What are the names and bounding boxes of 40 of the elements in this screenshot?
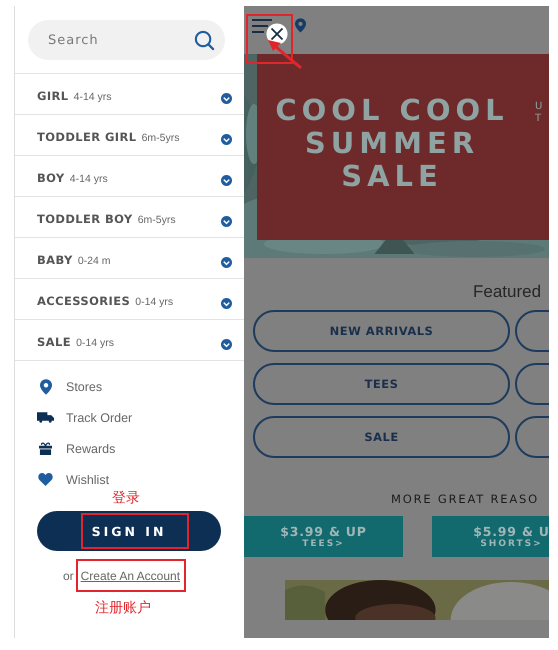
menu-link[interactable]: Track Order bbox=[66, 410, 132, 424]
featured-button[interactable]: SALE bbox=[253, 416, 510, 458]
menu-icon[interactable] bbox=[252, 19, 272, 33]
banner-text: U bbox=[535, 101, 544, 113]
menu-link[interactable]: Stores bbox=[66, 380, 102, 394]
close-icon[interactable] bbox=[266, 23, 288, 45]
pin-icon[interactable] bbox=[40, 378, 52, 394]
search-icon[interactable] bbox=[194, 30, 215, 51]
promo-tile[interactable]: $5.99 & U SHORTS> bbox=[432, 516, 549, 557]
banner-title: SUMMER bbox=[304, 127, 480, 160]
annotation-label: 注册账户 bbox=[95, 599, 152, 617]
gift-icon[interactable] bbox=[39, 442, 52, 455]
sign-in-button[interactable]: SIGN IN bbox=[37, 511, 221, 551]
banner-text: T bbox=[535, 113, 544, 125]
chevron-down-icon[interactable] bbox=[221, 92, 232, 104]
chevron-down-icon[interactable] bbox=[221, 216, 232, 226]
heart-icon[interactable] bbox=[38, 473, 53, 486]
menu-link[interactable]: Rewards bbox=[66, 442, 116, 456]
banner-title: SALE bbox=[341, 160, 443, 193]
chevron-down-icon[interactable] bbox=[221, 298, 232, 308]
annotation-label: 登录 bbox=[112, 489, 141, 507]
section-heading: MORE GREAT REASO bbox=[391, 492, 540, 506]
sale-banner[interactable]: COOL COOL SUMMER SALE U T bbox=[257, 54, 549, 240]
chevron-down-icon[interactable] bbox=[221, 174, 232, 186]
chevron-down-icon[interactable] bbox=[221, 338, 232, 350]
promo-tile[interactable]: $3.99 & UP TEES> bbox=[244, 516, 403, 557]
featured-button[interactable]: NEW ARRIVALS bbox=[253, 310, 510, 352]
truck-icon[interactable] bbox=[37, 412, 54, 423]
or-text: or bbox=[62, 569, 74, 583]
create-account-link[interactable]: Create An Account bbox=[80, 569, 180, 583]
chevron-down-icon[interactable] bbox=[221, 134, 232, 144]
annotation-box bbox=[246, 14, 293, 64]
menu-link[interactable]: Wishlist bbox=[66, 472, 110, 486]
arrow-drawing bbox=[268, 40, 302, 69]
search-field[interactable]: Search bbox=[28, 20, 225, 60]
section-heading: Featured bbox=[473, 282, 542, 302]
pin-icon[interactable] bbox=[295, 18, 306, 32]
banner-title: COOL COOL bbox=[275, 94, 509, 127]
featured-button[interactable]: TEES bbox=[253, 363, 510, 405]
chevron-down-icon[interactable] bbox=[221, 256, 232, 268]
